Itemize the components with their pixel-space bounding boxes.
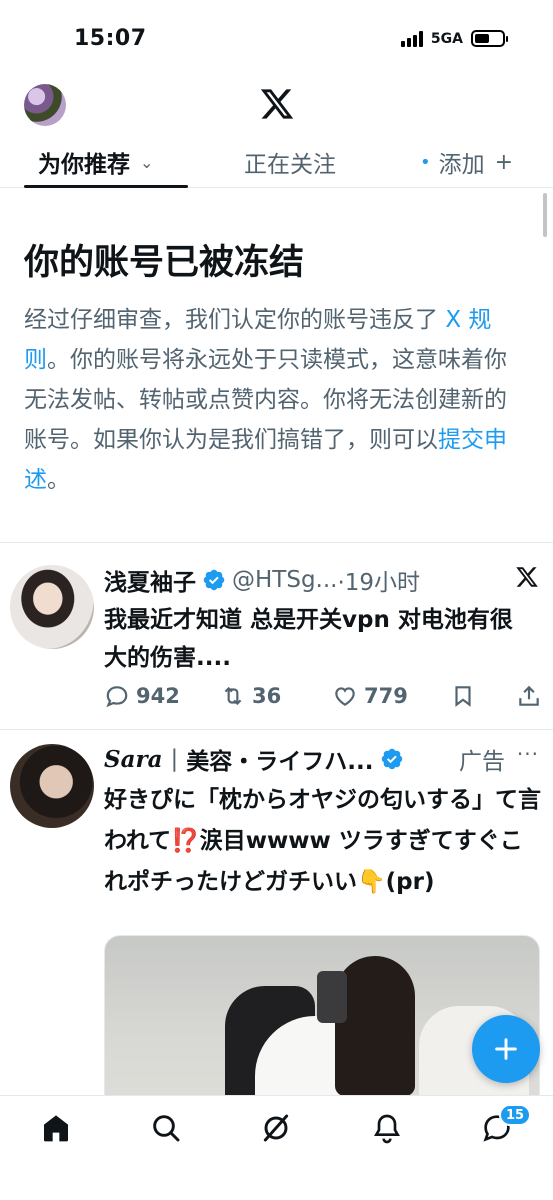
heart-icon — [335, 687, 355, 706]
reply-icon — [106, 686, 128, 708]
tweet-header: 浅夏袖子 @HTSg... ·19小时 — [104, 563, 420, 597]
tweet-text: 好きぴに「枕からオヤジの匂いする」て言われて⁉️涙目wwww ツラすぎてすぐこれ… — [104, 787, 541, 895]
tab-add[interactable]: • 添加 + — [420, 136, 513, 188]
tweet-actions: 942 36 779 — [104, 683, 544, 715]
ad-label: 广告 — [459, 749, 505, 775]
tweet-text: 我最近才知道 总是开关vpn 对电池有很大的伤害.... — [104, 607, 513, 671]
timeline-header: 为你推荐 ⌄ 正在关注 • 添加 + — [0, 78, 553, 188]
x-logo-icon — [516, 567, 538, 587]
tab-following-label: 正在关注 — [244, 152, 336, 178]
avatar[interactable] — [10, 744, 94, 828]
chevron-down-icon: ⌄ — [140, 152, 154, 172]
avatar[interactable] — [10, 565, 94, 649]
author-handle[interactable]: @HTSg... — [232, 567, 337, 593]
bookmark-button[interactable] — [450, 683, 482, 709]
signal-icon — [400, 30, 423, 47]
tab-following[interactable]: 正在关注 — [244, 136, 336, 188]
notice-title: 你的账号已被冻结 — [24, 243, 305, 283]
bottom-navigation — [0, 1095, 553, 1200]
author-name[interactable]: 浅夏袖子 — [104, 563, 196, 597]
nav-grok[interactable] — [260, 1112, 292, 1144]
bell-icon — [374, 1114, 400, 1144]
bookmark-icon — [455, 686, 471, 707]
tweet[interactable]: 浅夏袖子 @HTSg... ·19小时 我最近才知道 总是开关vpn 对电池有很… — [0, 543, 553, 730]
plus-icon: + — [494, 149, 514, 175]
tab-for-you-label: 为你推荐 — [38, 152, 130, 178]
status-time: 15:07 — [74, 26, 147, 51]
tweet-header: Sara | 美容・ライフハ... — [104, 742, 410, 776]
author-name-latin[interactable]: Sara — [104, 746, 163, 773]
like-button[interactable]: 779 — [332, 683, 408, 709]
retweet-icon — [224, 686, 242, 706]
status-indicators: 5GA — [400, 30, 508, 47]
notice-text-3: 。 — [47, 467, 70, 493]
search-icon — [153, 1115, 180, 1142]
author-name[interactable]: 美容・ライフハ... — [186, 742, 373, 776]
reply-button[interactable]: 942 — [104, 683, 180, 709]
nav-home[interactable] — [40, 1112, 72, 1144]
notice-body: 经过仔细审查，我们认定你的账号违反了 X 规则。你的账号将永远处于只读模式，这意… — [24, 300, 529, 500]
profile-avatar[interactable] — [24, 84, 66, 126]
nav-notifications[interactable] — [371, 1112, 403, 1144]
nav-search[interactable] — [150, 1112, 182, 1144]
messages-badge: 15 — [499, 1104, 532, 1126]
share-icon — [519, 685, 539, 706]
notice-text-2: 。你的账号将永远处于只读模式，这意味着你无法发帖、转帖或点赞内容。你将无法创建新… — [24, 347, 507, 453]
tweet-time: ·19小时 — [337, 570, 421, 596]
retweet-count: 36 — [252, 684, 282, 708]
grok-icon — [263, 1114, 289, 1142]
like-count: 779 — [364, 684, 408, 708]
share-button[interactable] — [516, 683, 548, 709]
x-logo-icon — [260, 89, 294, 119]
new-dot-icon: • — [420, 151, 431, 173]
timeline-tabs: 为你推荐 ⌄ 正在关注 • 添加 + — [0, 136, 553, 188]
compose-button[interactable] — [472, 1015, 540, 1083]
verified-badge-icon — [203, 569, 225, 591]
tab-add-label: 添加 — [438, 152, 485, 178]
tweet-media-image[interactable] — [104, 935, 540, 1100]
reply-count: 942 — [136, 684, 180, 708]
status-bar: 15:07 5GA — [0, 0, 553, 78]
battery-icon — [471, 30, 508, 47]
scrollbar[interactable] — [543, 193, 547, 237]
notice-text-1: 经过仔细审查，我们认定你的账号违反了 — [24, 307, 446, 333]
plus-icon — [495, 1038, 517, 1060]
name-separator: | — [170, 746, 179, 772]
tab-for-you[interactable]: 为你推荐 ⌄ — [24, 136, 188, 188]
account-frozen-notice: 你的账号已被冻结 经过仔细审查，我们认定你的账号违反了 X 规则。你的账号将永远… — [0, 188, 553, 543]
promoted-tweet[interactable]: Sara | 美容・ライフハ... 广告 ··· 好きぴに「枕からオヤジの匂いす… — [0, 730, 553, 1100]
home-icon — [44, 1115, 68, 1142]
retweet-button[interactable]: 36 — [220, 683, 281, 709]
more-options-icon[interactable]: ··· — [517, 742, 539, 766]
verified-badge-icon — [381, 748, 402, 770]
network-type: 5GA — [430, 30, 463, 47]
